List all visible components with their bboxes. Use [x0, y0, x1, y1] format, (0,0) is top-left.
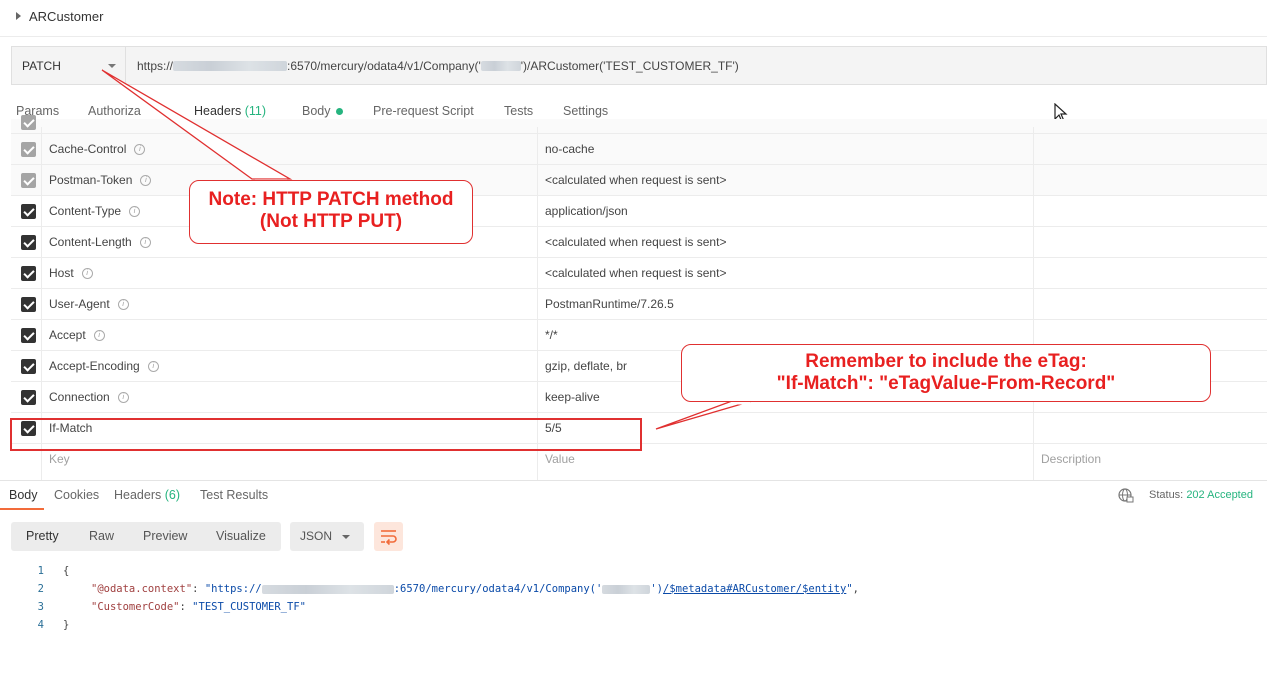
annotation-etag-note: Remember to include the eTag: "If-Match"…	[681, 344, 1211, 402]
callout-pointers	[101, 69, 753, 430]
annotation-patch-note: Note: HTTP PATCH method (Not HTTP PUT)	[189, 180, 473, 244]
